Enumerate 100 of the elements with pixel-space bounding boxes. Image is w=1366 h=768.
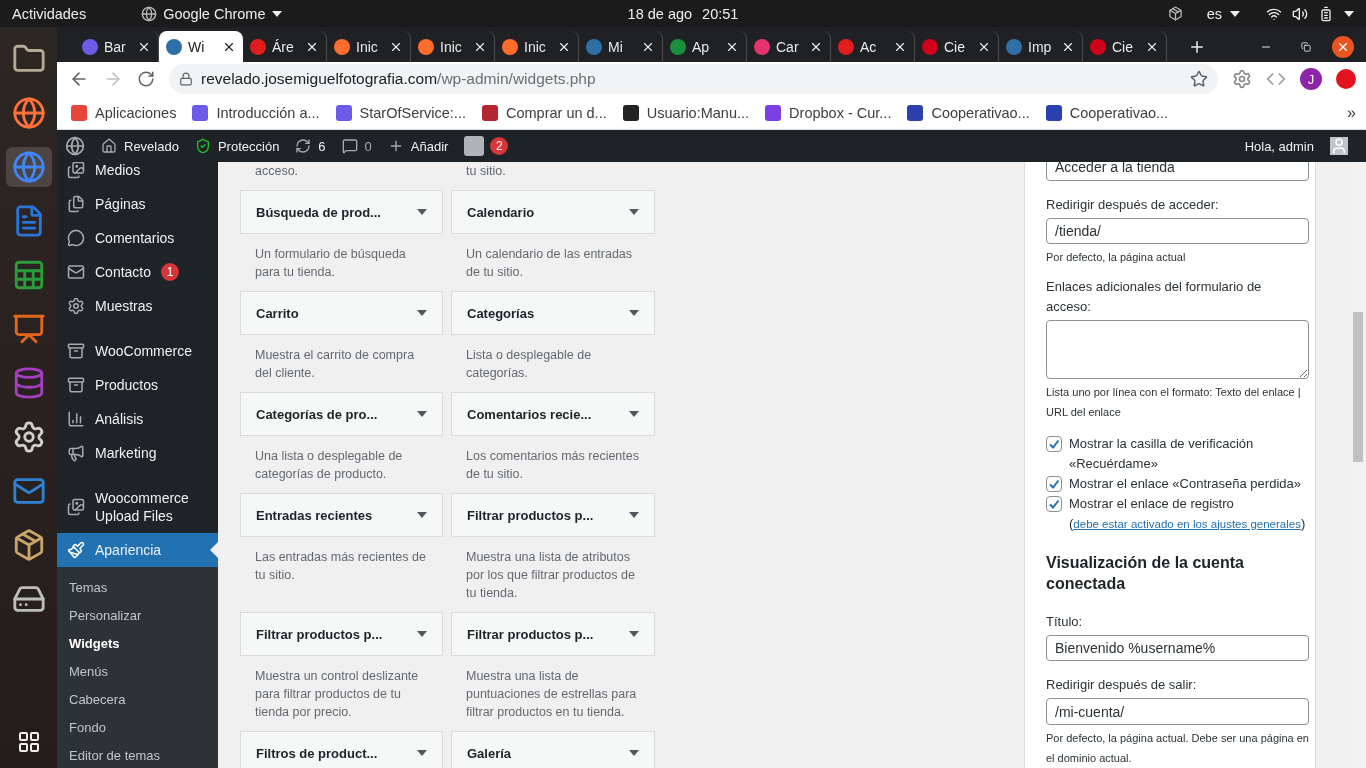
- comments-link[interactable]: 0: [341, 138, 372, 154]
- new-link[interactable]: Añadir: [387, 138, 449, 154]
- widget-item[interactable]: Filtrar productos p...: [451, 612, 655, 656]
- widget-item[interactable]: Entradas recientes: [240, 493, 443, 537]
- menu-item[interactable]: Medios: [57, 162, 218, 187]
- caret-icon[interactable]: [417, 512, 427, 518]
- box-icon[interactable]: [1167, 6, 1183, 21]
- caret-icon[interactable]: [417, 209, 427, 215]
- clock-text[interactable]: 20:51: [702, 5, 739, 22]
- date-text[interactable]: 18 de ago: [627, 5, 693, 22]
- language-menu[interactable]: es: [1206, 5, 1222, 22]
- profile-avatar[interactable]: J: [1300, 68, 1322, 90]
- caret-icon: [1230, 10, 1240, 17]
- bookmark[interactable]: Comprar un d...: [481, 104, 607, 121]
- widget-title: Filtrar productos p...: [467, 507, 594, 523]
- submenu-item[interactable]: Widgets: [57, 630, 218, 658]
- caret-icon[interactable]: [629, 310, 639, 316]
- widget-title: Galería: [467, 745, 512, 761]
- volume-icon[interactable]: [1292, 5, 1308, 22]
- widget-item[interactable]: Galería: [451, 731, 655, 768]
- app-grid-icon[interactable]: [16, 730, 41, 754]
- input-field[interactable]: /tienda/: [1046, 217, 1309, 245]
- widget-item[interactable]: Filtrar productos p...: [240, 612, 443, 656]
- widget-item[interactable]: Comentarios recie...: [451, 392, 655, 436]
- widget-description: Las entradas más recientes de tu sitio.: [254, 549, 427, 584]
- activities-button[interactable]: Actividades: [12, 5, 87, 22]
- caret-icon[interactable]: [417, 411, 427, 417]
- caret-icon[interactable]: [629, 750, 639, 756]
- more-bookmarks-button[interactable]: »: [1347, 103, 1356, 122]
- menu-item[interactable]: Woocommerce Upload Files: [57, 481, 218, 533]
- settings-link[interactable]: debe estar activado en los ajustes generales: [1073, 517, 1301, 530]
- gear-icon: [67, 297, 85, 315]
- field-label: Redirigir después de acceder:: [1046, 195, 1220, 214]
- input-field[interactable]: Bienvenido %username%: [1046, 634, 1309, 662]
- menu-item[interactable]: Contacto 1: [57, 255, 218, 289]
- bookmark[interactable]: StarOfService:...: [335, 104, 466, 121]
- text-area[interactable]: [1046, 320, 1309, 379]
- widget-item[interactable]: Filtrar productos p...: [451, 493, 655, 537]
- images-icon: [67, 498, 85, 516]
- widget-title: Categorías: [467, 305, 535, 321]
- close-button[interactable]: [1332, 36, 1354, 58]
- bookmark[interactable]: Dropbox - Cur...: [765, 104, 892, 121]
- caret-icon[interactable]: [417, 310, 427, 316]
- menu-item[interactable]: WooCommerce: [57, 334, 218, 368]
- security-link[interactable]: Protección: [194, 138, 280, 154]
- widget-title: Filtrar productos p...: [256, 626, 383, 642]
- widget-item[interactable]: Categorías: [451, 291, 655, 335]
- caret-icon[interactable]: [629, 209, 639, 215]
- scroll-thumb[interactable]: [1353, 312, 1363, 462]
- greeting-link[interactable]: Hola, admin: [1244, 138, 1314, 154]
- home-icon: [101, 138, 117, 154]
- menu-item[interactable]: Comentarios: [57, 221, 218, 255]
- caret-icon[interactable]: [629, 512, 639, 518]
- bookmark[interactable]: Aplicaciones: [71, 104, 177, 121]
- bookmark[interactable]: Introducción a...: [192, 104, 320, 121]
- checkbox-label: Mostrar el enlace de registro (debe estar activado en los ajustes generales): [1069, 494, 1307, 533]
- site-link[interactable]: Revelado: [101, 138, 179, 154]
- envelope-icon: [67, 263, 85, 281]
- widget-item[interactable]: Búsqueda de prod...: [240, 190, 443, 234]
- reload-icon[interactable]: [137, 70, 155, 88]
- submenu-item[interactable]: Fondo: [57, 714, 218, 742]
- widget-item[interactable]: Categorías de pro...: [240, 392, 443, 436]
- submenu-item[interactable]: Temas: [57, 574, 218, 602]
- menu-item[interactable]: Análisis: [57, 402, 218, 436]
- caret-icon[interactable]: [629, 411, 639, 417]
- input-field[interactable]: Acceder a la tienda: [1046, 162, 1309, 181]
- menu-item[interactable]: Muestras: [57, 289, 218, 323]
- updates-link[interactable]: 6: [295, 138, 326, 154]
- bookmark[interactable]: Cooperativao...: [907, 104, 1030, 121]
- bar-chart-icon: [67, 410, 85, 428]
- widget-description: Muestra un control deslizante para filtrar productos de tu tienda por precio.: [254, 668, 420, 721]
- menu-item[interactable]: Páginas: [57, 187, 218, 221]
- app-menu[interactable]: Google Chrome: [163, 5, 266, 22]
- submenu-item[interactable]: Personalizar: [57, 602, 218, 630]
- checkbox[interactable]: [1046, 475, 1062, 492]
- address-bar[interactable]: revelado.josemiguelfotografia.com/wp-admin/widgets.php: [169, 64, 1218, 94]
- checkbox[interactable]: [1046, 435, 1062, 452]
- menu-item[interactable]: Productos: [57, 368, 218, 402]
- battery-icon[interactable]: [1318, 5, 1334, 22]
- widget-description: Muestra una lista de puntuaciones de estrellas para filtrar productos en tu tienda.: [465, 668, 638, 721]
- star-icon[interactable]: [1190, 70, 1208, 88]
- bookmark[interactable]: Cooperativao...: [1045, 104, 1169, 121]
- menu-item[interactable]: Marketing: [57, 436, 218, 470]
- globe-icon[interactable]: [11, 96, 46, 130]
- menu-item[interactable]: Apariencia: [57, 533, 218, 567]
- checkbox[interactable]: [1046, 495, 1062, 512]
- submenu-item[interactable]: Menús: [57, 658, 218, 686]
- field-label: Enlaces adicionales del formulario de acceso:: [1046, 278, 1263, 317]
- caret-icon[interactable]: [417, 750, 427, 756]
- submenu-item[interactable]: Editor de temas: [57, 742, 218, 768]
- presentation-icon[interactable]: [11, 312, 46, 346]
- widget-item[interactable]: Filtros de product...: [240, 731, 443, 768]
- input-field[interactable]: /mi-cuenta/: [1046, 698, 1309, 725]
- caret-icon[interactable]: [417, 631, 427, 637]
- widget-item[interactable]: Calendario: [451, 190, 655, 234]
- bookmark[interactable]: Usuario:Manu...: [622, 104, 750, 121]
- submenu-item[interactable]: Cabecera: [57, 686, 218, 714]
- caret-icon[interactable]: [629, 631, 639, 637]
- widget-item[interactable]: Carrito: [240, 291, 443, 335]
- browser-tab[interactable]: Wi: [159, 31, 243, 62]
